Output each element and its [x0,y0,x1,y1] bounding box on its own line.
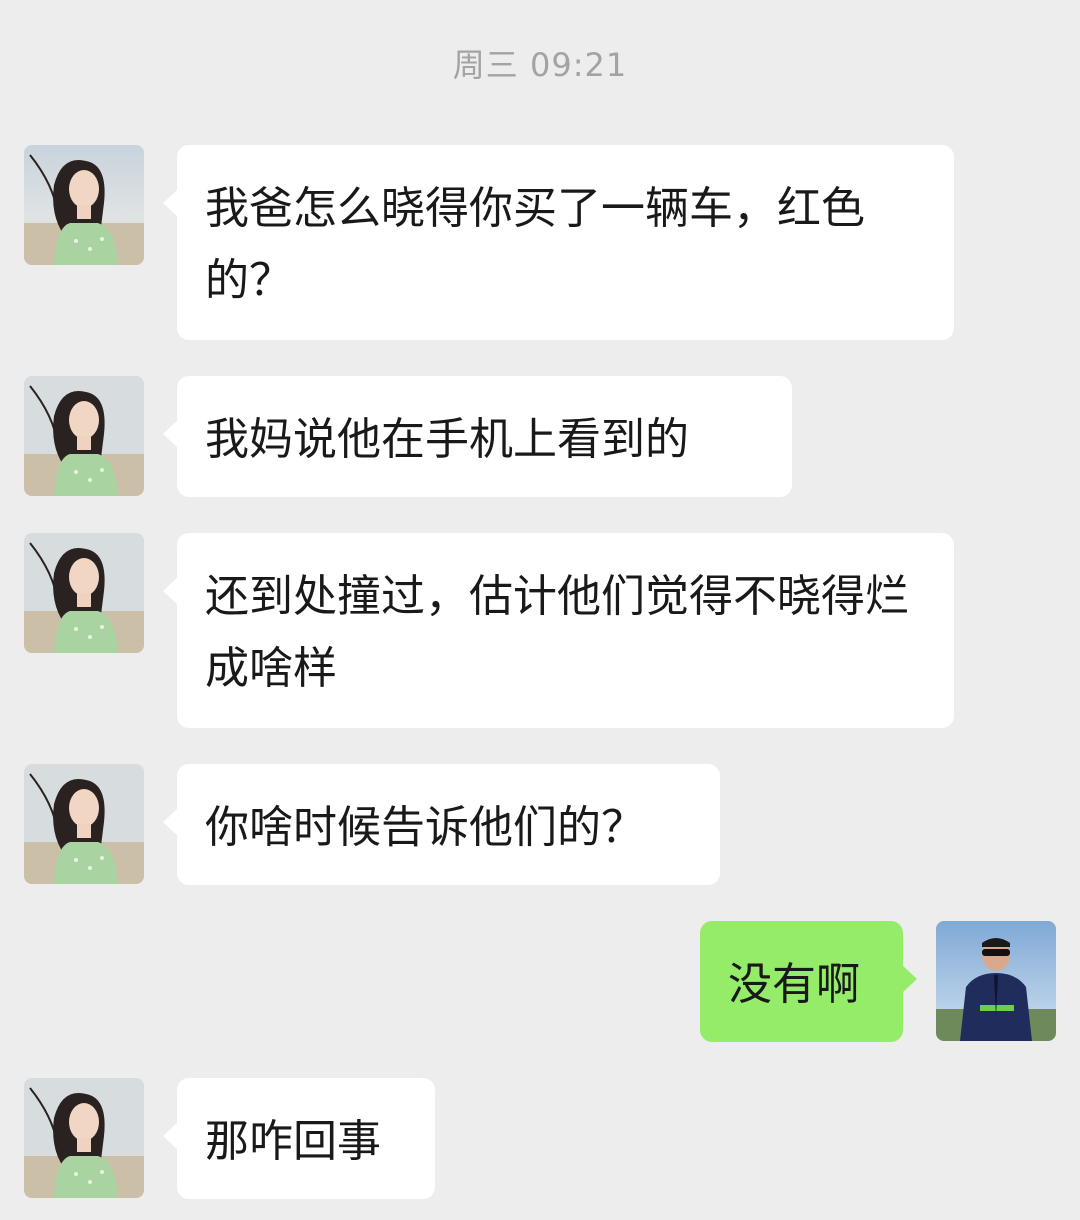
message-row: 还到处撞过，估计他们觉得不晓得烂成啥样 [0,533,1080,728]
message-bubble-outgoing[interactable]: 没有啊 [700,921,917,1042]
contact-avatar[interactable] [24,1078,144,1198]
contact-avatar[interactable] [24,145,144,265]
self-avatar[interactable] [936,921,1056,1041]
avatar-woman-icon [24,533,144,653]
message-row: 那咋回事 [0,1078,1080,1199]
message-bubble[interactable]: 我爸怎么晓得你买了一辆车，红色的？ [163,145,954,340]
message-row: 没有啊 [0,921,1080,1042]
avatar-woman-icon [24,764,144,884]
contact-avatar[interactable] [24,533,144,653]
message-bubble[interactable]: 那咋回事 [163,1078,435,1199]
avatar-woman-icon [24,376,144,496]
message-row: 我妈说他在手机上看到的 [0,376,1080,497]
message-row: 我爸怎么晓得你买了一辆车，红色的？ [0,145,1080,340]
avatar-woman-icon [24,145,144,265]
avatar-woman-icon [24,1078,144,1198]
message-bubble[interactable]: 还到处撞过，估计他们觉得不晓得烂成啥样 [163,533,954,728]
contact-avatar[interactable] [24,764,144,884]
message-row: 你啥时候告诉他们的？ [0,764,1080,885]
contact-avatar[interactable] [24,376,144,496]
timestamp: 周三 09:21 [452,46,628,84]
message-bubble[interactable]: 我妈说他在手机上看到的 [163,376,792,497]
message-bubble[interactable]: 你啥时候告诉他们的？ [163,764,720,885]
avatar-man-icon [936,921,1056,1041]
